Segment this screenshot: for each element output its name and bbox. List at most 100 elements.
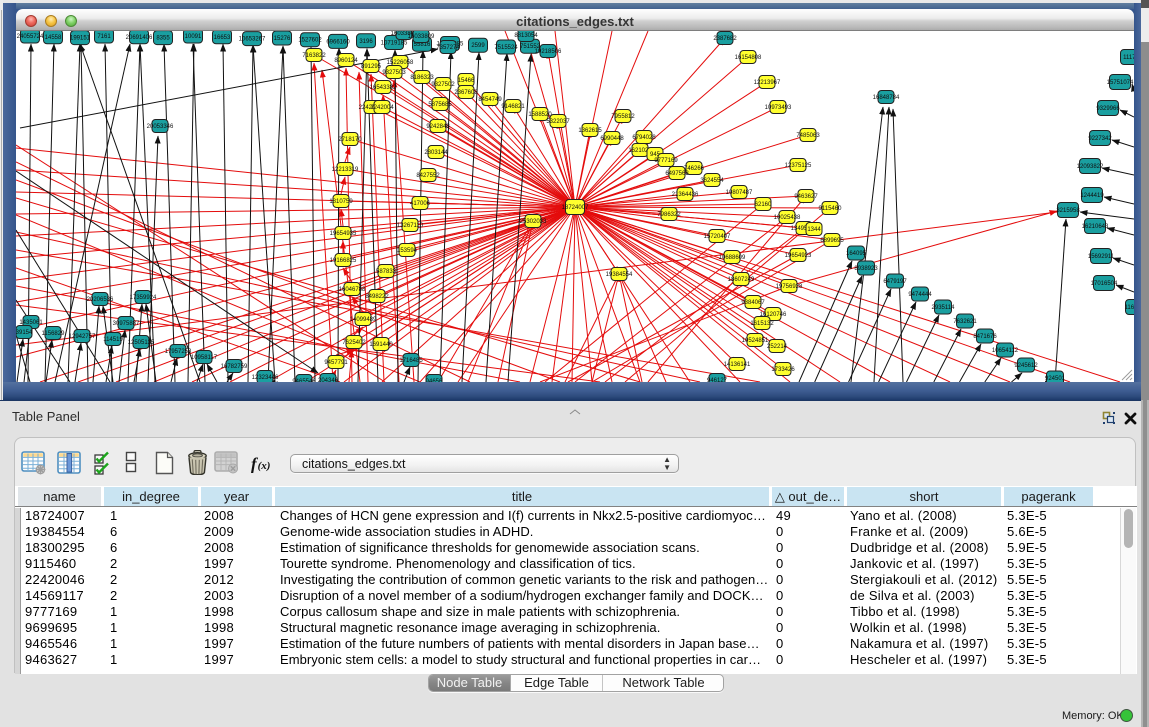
svg-text:8498222: 8498222 [365,294,389,300]
svg-text:1527602: 1527602 [298,38,322,44]
svg-text:924501: 924501 [1045,376,1066,382]
svg-text:9465546: 9465546 [292,379,316,382]
svg-text:11172: 11172 [1123,55,1134,61]
svg-text:10973493: 10973493 [765,105,792,111]
svg-text:9242848: 9242848 [426,124,450,130]
svg-text:12323446: 12323446 [252,375,279,381]
svg-text:9777169: 9777169 [654,158,678,164]
svg-text:55816: 55816 [414,42,431,48]
svg-text:10091: 10091 [185,34,202,40]
svg-text:1167534: 1167534 [1125,305,1134,311]
svg-text:20691406: 20691406 [126,35,153,41]
svg-text:1691440: 1691440 [369,342,393,348]
svg-text:16210643: 16210643 [1082,224,1109,230]
svg-text:587833: 587833 [376,269,397,275]
svg-text:1362615: 1362615 [578,128,602,134]
svg-text:19756928: 19756928 [776,284,803,290]
svg-text:18724007: 18724007 [562,205,589,211]
svg-text:10807487: 10807487 [726,190,753,196]
svg-text:14558: 14558 [45,35,62,41]
svg-text:12505135: 12505135 [128,340,155,346]
svg-text:8938923: 8938923 [854,266,878,272]
svg-text:8427552: 8427552 [416,173,440,179]
svg-text:24055724: 24055724 [17,34,44,40]
svg-text:94656: 94656 [426,379,443,382]
svg-text:16543382: 16543382 [370,85,397,91]
svg-text:9115460: 9115460 [819,206,843,212]
svg-text:1344: 1344 [807,227,821,233]
svg-text:1733426: 1733426 [771,367,795,373]
svg-text:12213319: 12213319 [332,167,359,173]
svg-text:6966160: 6966160 [326,39,350,45]
svg-text:2367608: 2367608 [454,90,478,96]
svg-text:10654112: 10654112 [992,348,1019,354]
svg-text:16154808: 16154808 [735,55,762,61]
svg-text:16046788: 16046788 [339,287,366,293]
svg-text:(x): (x) [258,460,271,472]
svg-text:1810759: 1810759 [329,199,353,205]
svg-text:7515524: 7515524 [494,45,518,51]
svg-text:6479197: 6479197 [883,279,907,285]
svg-text:2718170: 2718170 [338,137,362,143]
svg-text:14136141: 14136141 [724,362,751,368]
svg-text:3196: 3196 [359,39,373,45]
svg-text:9474444: 9474444 [908,292,932,298]
svg-text:9327502: 9327502 [431,82,455,88]
svg-text:9245612: 9245612 [1014,363,1038,369]
svg-text:19218506: 19218506 [535,49,562,55]
svg-text:114519: 114519 [103,337,123,343]
svg-text:164095: 164095 [846,251,867,257]
svg-text:10653267: 10653267 [239,37,266,43]
svg-text:2803144: 2803144 [424,150,448,156]
svg-text:19384554: 19384554 [606,272,633,278]
svg-text:6899695: 6899695 [820,238,844,244]
svg-text:10719185: 10719185 [381,41,408,47]
svg-text:9457791: 9457791 [324,360,348,366]
svg-text:7986322: 7986322 [657,212,681,218]
svg-text:17957253: 17957253 [165,349,192,355]
svg-text:9327503: 9327503 [382,70,406,76]
svg-text:5322037: 5322037 [546,119,570,125]
svg-text:17359924: 17359924 [130,295,157,301]
svg-text:3215958: 3215958 [1056,208,1080,214]
svg-text:7955812: 7955812 [611,114,635,120]
svg-text:8355: 8355 [156,36,170,42]
svg-text:7625402: 7625402 [342,340,366,346]
svg-text:19166825: 19166825 [330,258,357,264]
svg-text:946127: 946127 [707,378,728,382]
svg-text:1156829: 1156829 [42,331,66,337]
svg-text:10025438: 10025438 [774,215,801,221]
svg-text:18607249: 18607249 [728,277,755,283]
svg-text:8471676: 8471676 [973,334,997,340]
svg-text:16033809: 16033809 [408,34,435,40]
svg-text:20206536: 20206536 [87,297,114,303]
svg-text:16848784: 16848784 [873,95,900,101]
svg-text:1716485: 1716485 [399,358,423,364]
svg-text:6990448: 6990448 [600,136,624,142]
svg-text:204346: 204346 [318,378,339,382]
svg-text:2935114: 2935114 [932,305,956,311]
svg-text:7163822: 7163822 [302,53,326,59]
svg-text:15692911: 15692911 [1088,254,1115,260]
svg-text:153594: 153594 [397,248,418,254]
svg-text:15720407: 15720407 [704,234,731,240]
svg-text:9329966: 9329966 [1096,106,1120,112]
svg-text:12213967: 12213967 [754,80,781,86]
svg-text:7485063: 7485063 [796,133,820,139]
svg-text:6497568: 6497568 [665,171,689,177]
svg-text:8813054: 8813054 [514,33,538,39]
svg-text:891295: 891295 [361,64,382,70]
svg-text:21364436: 21364436 [672,192,699,198]
svg-text:10524851: 10524851 [742,338,769,344]
svg-text:1615132: 1615132 [750,321,774,327]
svg-text:3624554: 3624554 [700,178,724,184]
svg-text:8186323: 8186323 [410,75,434,81]
svg-text:15276: 15276 [274,36,291,42]
svg-text:7632621: 7632621 [953,319,977,325]
svg-text:1244419: 1244419 [1080,193,1104,199]
svg-text:10958117: 10958117 [191,355,218,361]
svg-text:16782759: 16782759 [221,364,248,370]
svg-text:25302033: 25302033 [520,219,547,225]
svg-text:19654935: 19654935 [330,231,357,237]
svg-text:20053346: 20053346 [147,124,174,130]
